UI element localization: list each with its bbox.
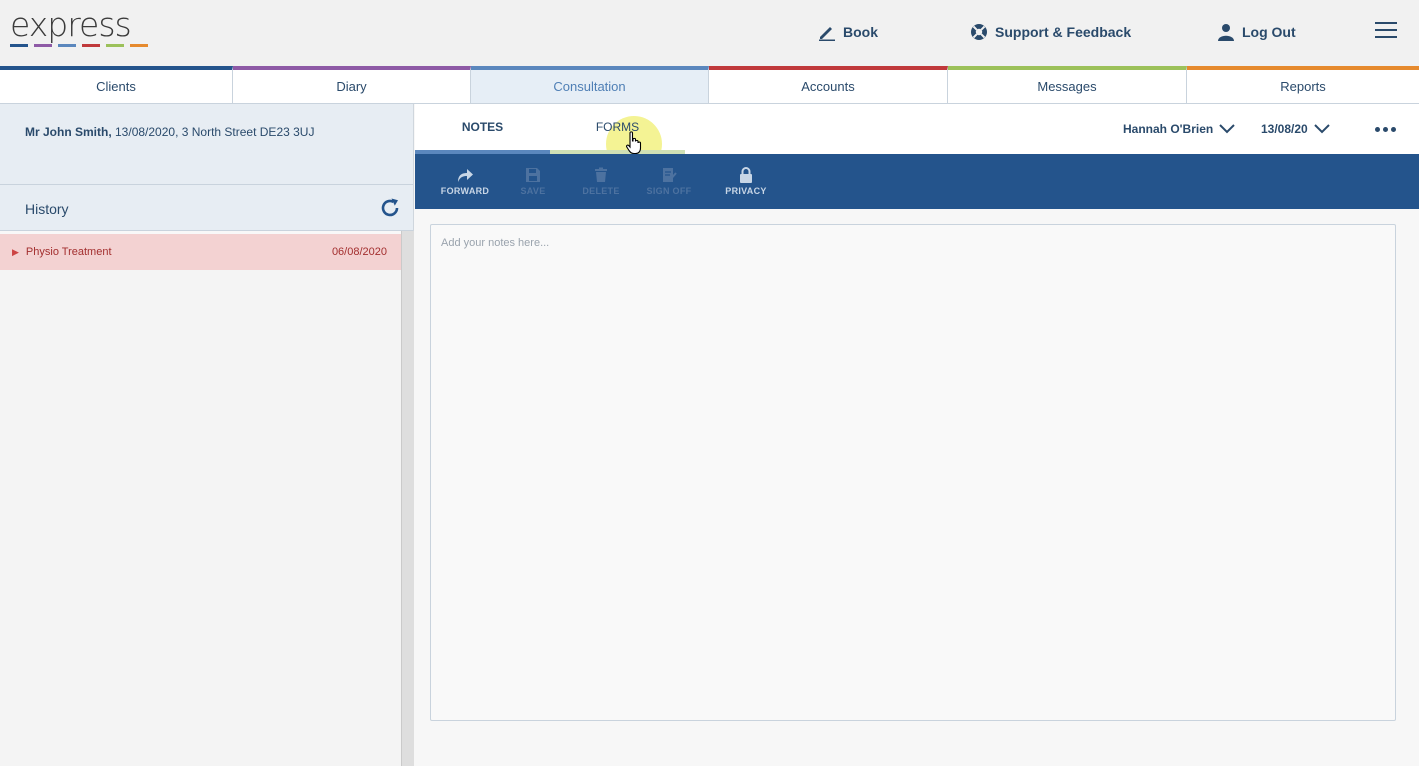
list-item[interactable]: ▶ Physio Treatment 06/08/2020	[0, 231, 401, 270]
support-feedback-link[interactable]: Support & Feedback	[970, 20, 1131, 44]
date-dropdown[interactable]: 13/08/20	[1261, 122, 1330, 136]
privacy-label: PRIVACY	[725, 186, 767, 196]
history-list: ▶ Physio Treatment 06/08/2020	[0, 231, 401, 766]
trash-icon	[595, 167, 607, 182]
tab-notes[interactable]: NOTES	[415, 104, 550, 154]
privacy-button[interactable]: PRIVACY	[703, 154, 789, 209]
book-link[interactable]: Book	[818, 20, 878, 44]
main-nav: Clients Diary Consultation Accounts Mess…	[0, 66, 1419, 104]
tab-accounts[interactable]: Accounts	[709, 66, 948, 104]
tab-consultation[interactable]: Consultation	[471, 66, 709, 104]
forward-icon	[458, 169, 473, 182]
client-name: Mr John Smith,	[25, 125, 112, 139]
history-title: History	[25, 201, 69, 217]
consultation-panel: NOTES FORMS Hannah O'Brien 13/08/20 FORW…	[415, 104, 1419, 766]
pencil-icon	[819, 27, 835, 41]
history-item-date: 06/08/2020	[331, 246, 387, 258]
client-details: 13/08/2020, 3 North Street DE23 3UJ	[111, 125, 315, 139]
practitioner-label: Hannah O'Brien	[1123, 122, 1214, 136]
save-icon	[526, 168, 540, 182]
consultation-subtabs: NOTES FORMS Hannah O'Brien 13/08/20	[415, 104, 1419, 172]
expand-arrow-icon[interactable]: ▶	[12, 247, 19, 258]
chevron-down-icon	[1314, 124, 1330, 134]
forward-button[interactable]: FORWARD	[431, 154, 499, 209]
history-header: History	[0, 185, 413, 231]
client-info: Mr John Smith, 13/08/2020, 3 North Stree…	[0, 104, 413, 185]
notes-toolbar: FORWARD SAVE DELETE SIGN OFF PRIVACY	[415, 154, 1419, 209]
support-feedback-label: Support & Feedback	[995, 24, 1132, 40]
tab-diary[interactable]: Diary	[233, 66, 471, 104]
chevron-down-icon	[1219, 124, 1235, 134]
refresh-icon[interactable]	[379, 197, 401, 219]
delete-button[interactable]: DELETE	[567, 154, 635, 209]
forward-label: FORWARD	[440, 186, 490, 196]
logo-text: express	[10, 5, 132, 44]
app-header: express Book Support & Feedback Log Out	[0, 0, 1419, 66]
log-out-label: Log Out	[1242, 24, 1296, 40]
lifebuoy-icon	[971, 24, 987, 40]
save-button[interactable]: SAVE	[499, 154, 567, 209]
save-label: SAVE	[520, 186, 546, 196]
lock-icon	[740, 167, 752, 183]
scrollbar[interactable]	[401, 231, 414, 766]
tab-clients[interactable]: Clients	[0, 66, 233, 104]
client-sidebar: Mr John Smith, 13/08/2020, 3 North Stree…	[0, 104, 414, 766]
date-label: 13/08/20	[1261, 122, 1308, 136]
practitioner-dropdown[interactable]: Hannah O'Brien	[1123, 122, 1235, 136]
tab-messages[interactable]: Messages	[948, 66, 1187, 104]
tab-forms[interactable]: FORMS	[550, 104, 685, 154]
history-item-label: Physio Treatment	[25, 246, 112, 258]
more-options-icon[interactable]	[1375, 127, 1396, 132]
logo-color-bars	[10, 44, 155, 47]
notes-textarea[interactable]	[430, 224, 1396, 721]
user-icon	[1218, 24, 1234, 41]
sign-off-icon	[663, 168, 677, 182]
delete-label: DELETE	[582, 186, 620, 196]
hamburger-menu-icon[interactable]	[1375, 22, 1397, 42]
sign-off-label: SIGN OFF	[646, 186, 692, 196]
book-label: Book	[843, 24, 878, 40]
express-logo[interactable]: express	[10, 5, 155, 54]
log-out-link[interactable]: Log Out	[1217, 20, 1296, 44]
hand-cursor-icon	[626, 131, 642, 155]
tab-reports[interactable]: Reports	[1187, 66, 1419, 104]
sign-off-button[interactable]: SIGN OFF	[635, 154, 703, 209]
